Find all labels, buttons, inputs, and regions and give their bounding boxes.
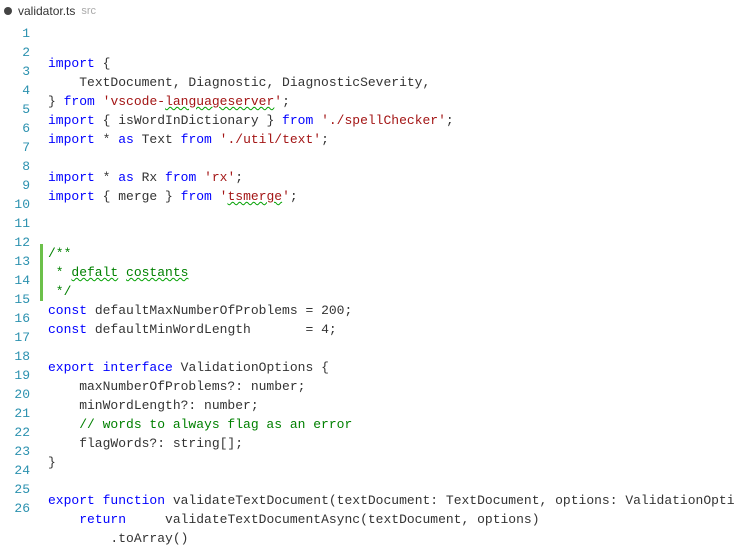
line-number: 14 bbox=[0, 271, 30, 290]
code-line[interactable] bbox=[48, 149, 736, 168]
code-line[interactable]: import { isWordInDictionary } from './sp… bbox=[48, 111, 736, 130]
line-number: 16 bbox=[0, 309, 30, 328]
line-number: 10 bbox=[0, 195, 30, 214]
change-bar-icon bbox=[40, 263, 43, 282]
line-number: 25 bbox=[0, 480, 30, 499]
line-number: 8 bbox=[0, 157, 30, 176]
line-number: 13 bbox=[0, 252, 30, 271]
line-number: 6 bbox=[0, 119, 30, 138]
code-line[interactable]: import { merge } from 'tsmerge'; bbox=[48, 187, 736, 206]
code-line[interactable]: maxNumberOfProblems?: number; bbox=[48, 377, 736, 396]
code-line[interactable]: /** bbox=[48, 244, 736, 263]
line-number: 21 bbox=[0, 404, 30, 423]
tab-title[interactable]: validator.ts bbox=[18, 4, 75, 18]
line-number: 2 bbox=[0, 43, 30, 62]
code-area[interactable]: import { TextDocument, Diagnostic, Diagn… bbox=[40, 22, 736, 547]
code-line[interactable]: const defaultMinWordLength = 4; bbox=[48, 320, 736, 339]
line-number: 3 bbox=[0, 62, 30, 81]
line-number: 24 bbox=[0, 461, 30, 480]
line-number: 12 bbox=[0, 233, 30, 252]
code-line[interactable]: } from 'vscode-languageserver'; bbox=[48, 92, 736, 111]
code-line[interactable]: // words to always flag as an error bbox=[48, 415, 736, 434]
line-number: 11 bbox=[0, 214, 30, 233]
line-number: 1 bbox=[0, 24, 30, 43]
line-number: 15 bbox=[0, 290, 30, 309]
line-gutter: 1234567891011121314151617181920212223242… bbox=[0, 22, 40, 547]
code-line[interactable]: * defalt costants bbox=[48, 263, 736, 282]
code-line[interactable] bbox=[48, 472, 736, 491]
code-line[interactable]: flagWords?: string[]; bbox=[48, 434, 736, 453]
line-number: 5 bbox=[0, 100, 30, 119]
line-number: 17 bbox=[0, 328, 30, 347]
tab-bar: validator.ts src bbox=[0, 0, 736, 22]
tab-description: src bbox=[81, 5, 96, 17]
line-number: 19 bbox=[0, 366, 30, 385]
code-line[interactable]: TextDocument, Diagnostic, DiagnosticSeve… bbox=[48, 73, 736, 92]
code-line[interactable]: import * as Rx from 'rx'; bbox=[48, 168, 736, 187]
spell-warning: defalt bbox=[71, 265, 118, 280]
code-line[interactable]: import { bbox=[48, 54, 736, 73]
code-line[interactable] bbox=[48, 225, 736, 244]
dirty-indicator-icon bbox=[4, 7, 12, 15]
code-line[interactable]: const defaultMaxNumberOfProblems = 200; bbox=[48, 301, 736, 320]
line-number: 23 bbox=[0, 442, 30, 461]
code-line[interactable] bbox=[48, 339, 736, 358]
change-bar-icon bbox=[40, 282, 43, 301]
code-line[interactable]: import * as Text from './util/text'; bbox=[48, 130, 736, 149]
spell-warning: languageserver bbox=[165, 94, 274, 109]
line-number: 4 bbox=[0, 81, 30, 100]
spell-warning: tsmerge bbox=[227, 189, 282, 204]
line-number: 26 bbox=[0, 499, 30, 518]
code-line[interactable]: .toArray() bbox=[48, 529, 736, 547]
change-bar-icon bbox=[40, 244, 43, 263]
line-number: 7 bbox=[0, 138, 30, 157]
code-line[interactable]: export interface ValidationOptions { bbox=[48, 358, 736, 377]
code-line[interactable]: return validateTextDocumentAsync(textDoc… bbox=[48, 510, 736, 529]
line-number: 9 bbox=[0, 176, 30, 195]
spell-warning: costants bbox=[126, 265, 188, 280]
code-line[interactable]: export function validateTextDocument(tex… bbox=[48, 491, 736, 510]
code-line[interactable] bbox=[48, 206, 736, 225]
code-line[interactable]: minWordLength?: number; bbox=[48, 396, 736, 415]
line-number: 20 bbox=[0, 385, 30, 404]
code-line[interactable]: */ bbox=[48, 282, 736, 301]
editor: 1234567891011121314151617181920212223242… bbox=[0, 22, 736, 547]
line-number: 18 bbox=[0, 347, 30, 366]
code-line[interactable]: } bbox=[48, 453, 736, 472]
line-number: 22 bbox=[0, 423, 30, 442]
